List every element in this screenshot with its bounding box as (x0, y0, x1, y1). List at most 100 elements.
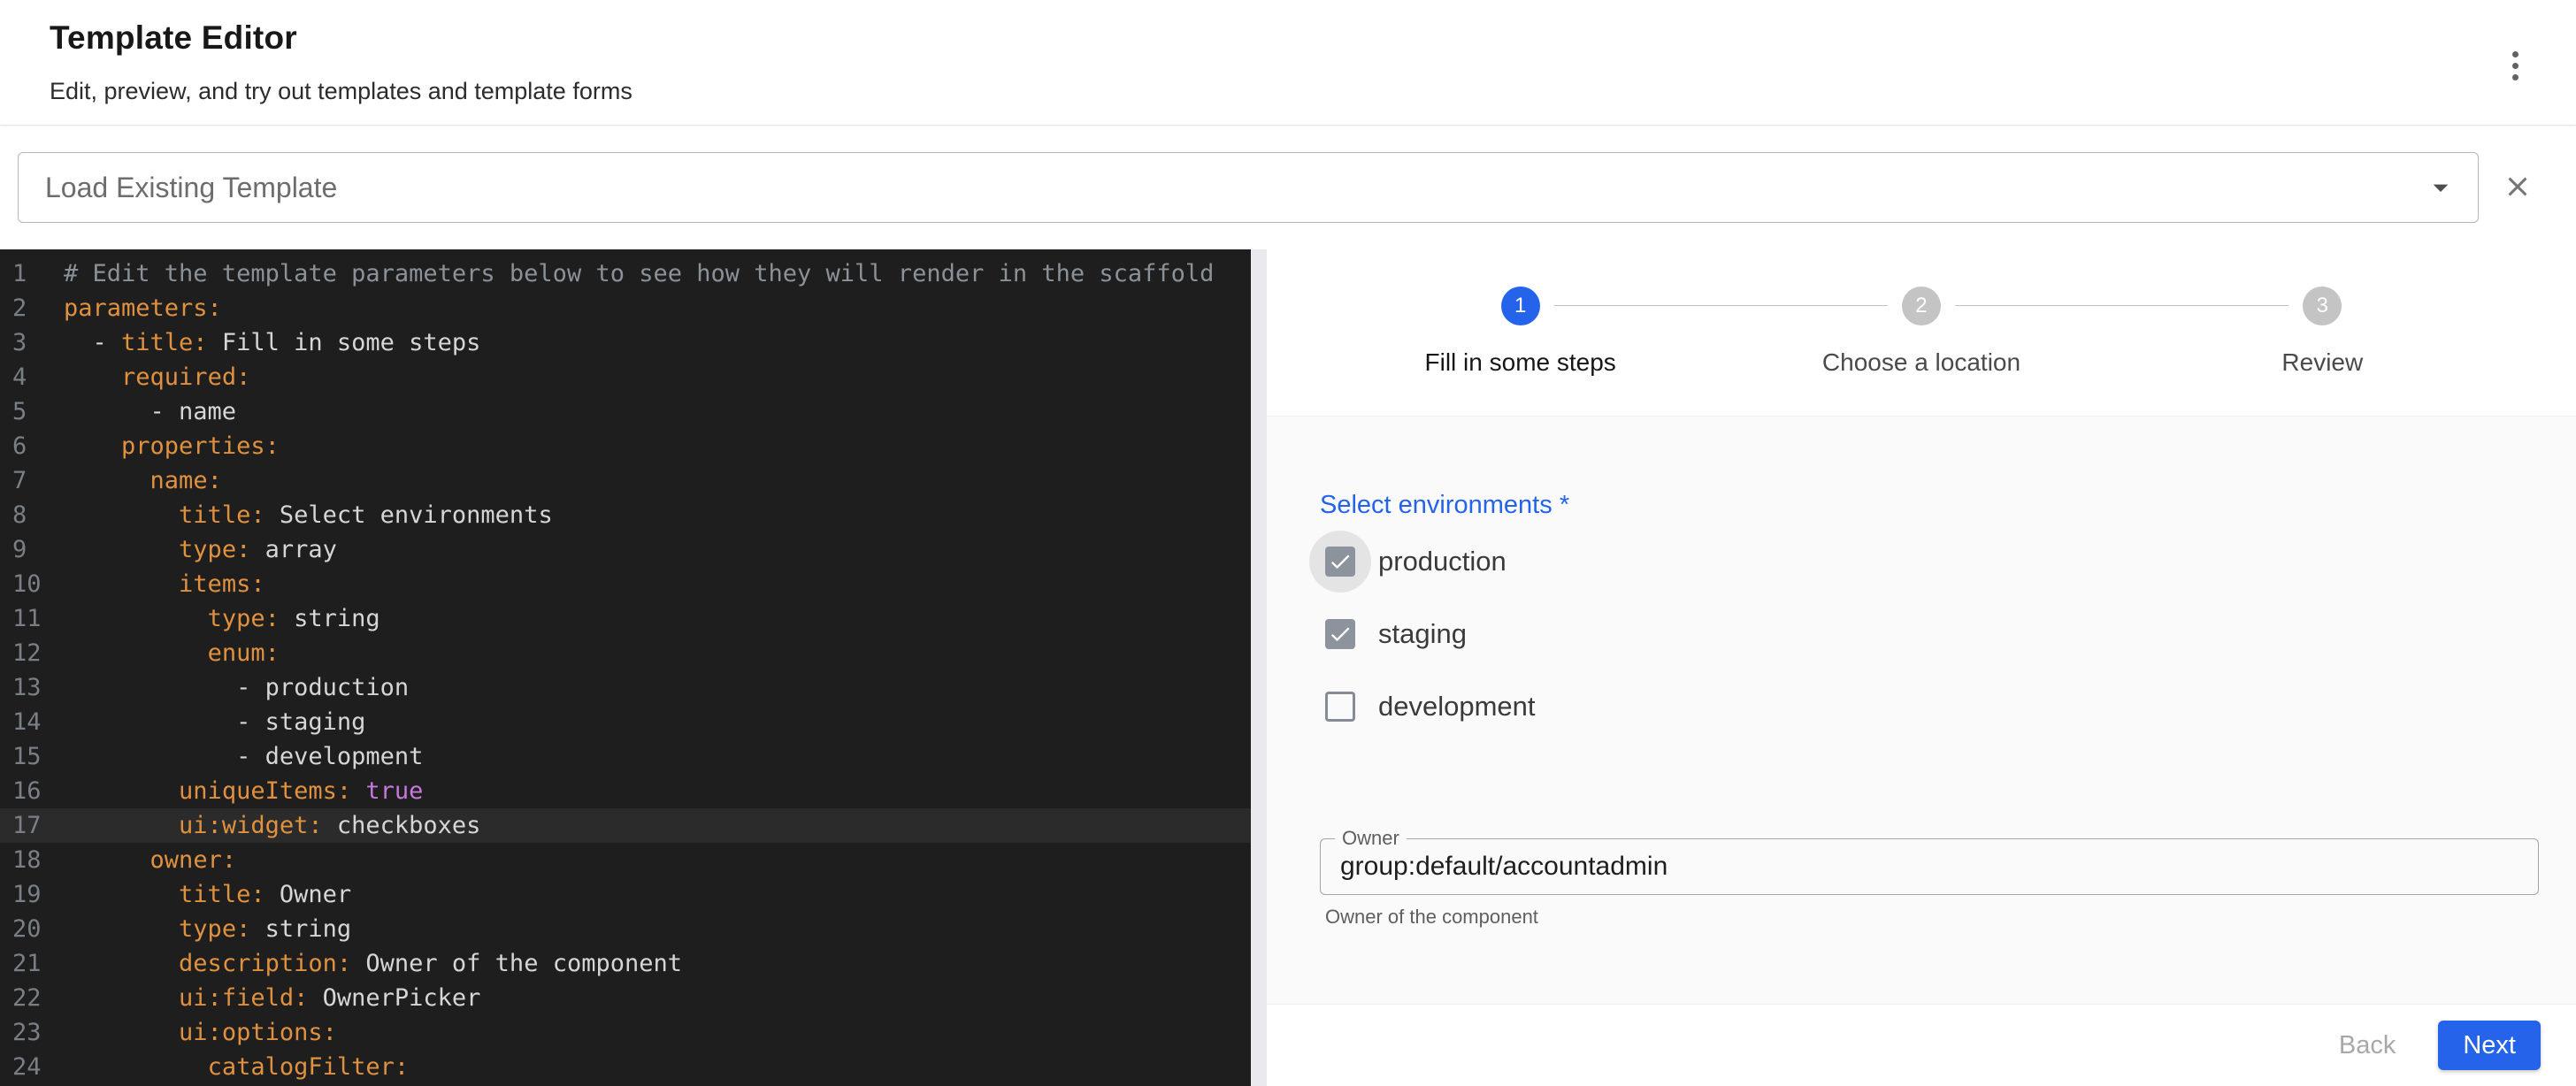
code-line-12[interactable]: 12 enum: (0, 636, 1251, 670)
step-circle: 1 (1501, 287, 1540, 325)
next-button[interactable]: Next (2438, 1021, 2541, 1070)
line-number: 15 (0, 739, 51, 774)
line-number: 10 (0, 567, 51, 601)
code-line-24[interactable]: 24 catalogFilter: (0, 1050, 1251, 1084)
close-icon (2502, 171, 2534, 205)
code-text: title: Owner (64, 877, 351, 912)
code-line-4[interactable]: 4 required: (0, 360, 1251, 394)
code-line-14[interactable]: 14 - staging (0, 705, 1251, 739)
code-line-18[interactable]: 18 owner: (0, 843, 1251, 877)
code-line-11[interactable]: 11 type: string (0, 601, 1251, 636)
code-line-5[interactable]: 5 - name (0, 394, 1251, 429)
code-line-3[interactable]: 3 - title: Fill in some steps (0, 325, 1251, 360)
code-line-13[interactable]: 13 - production (0, 670, 1251, 705)
page-header: Template Editor Edit, preview, and try o… (0, 0, 2576, 126)
page-title: Template Editor (50, 19, 2537, 57)
code-line-6[interactable]: 6 properties: (0, 429, 1251, 463)
owner-field[interactable]: Owner group:default/accountadmin (1320, 838, 2539, 895)
more-options-button[interactable] (2502, 46, 2528, 86)
stepper: 1Fill in some steps2Choose a location3Re… (1267, 249, 2576, 416)
code-text: - name (64, 394, 236, 429)
line-number: 22 (0, 981, 51, 1015)
template-editor-app: Template Editor Edit, preview, and try o… (0, 0, 2576, 1086)
step-label: Choose a location (1721, 348, 2121, 377)
code-text: ui:widget: checkboxes (64, 808, 480, 843)
code-line-16[interactable]: 16 uniqueItems: true (0, 774, 1251, 808)
code-text: - title: Fill in some steps (64, 325, 480, 360)
code-text: properties: (64, 429, 280, 463)
form-card: Select environments * productionstaging d… (1267, 416, 2576, 1005)
code-editor[interactable]: 1 # Edit the template parameters below to… (0, 249, 1251, 1086)
code-line-17[interactable]: 17 ui:widget: checkboxes (0, 808, 1251, 843)
code-text: type: array (64, 532, 337, 567)
line-number: 3 (0, 325, 51, 360)
code-line-2[interactable]: 2parameters: (0, 291, 1251, 325)
code-line-22[interactable]: 22 ui:field: OwnerPicker (0, 981, 1251, 1015)
code-line-21[interactable]: 21 description: Owner of the component (0, 946, 1251, 981)
line-number: 23 (0, 1015, 51, 1050)
code-line-20[interactable]: 20 type: string (0, 912, 1251, 946)
line-number: 21 (0, 946, 51, 981)
form-preview-pane: 1Fill in some steps2Choose a location3Re… (1267, 249, 2576, 1086)
code-line-1[interactable]: 1 # Edit the template parameters below to… (0, 256, 1251, 291)
checkbox-row-staging[interactable]: staging (1320, 598, 2519, 670)
code-line-23[interactable]: 23 ui:options: (0, 1015, 1251, 1050)
code-text: owner: (64, 843, 236, 877)
owner-helper-text: Owner of the component (1325, 906, 2519, 929)
code-text: enum: (64, 636, 280, 670)
pane-divider[interactable] (1251, 249, 1267, 1086)
code-text: # Edit the template parameters below to … (64, 256, 1214, 291)
checkbox-production[interactable] (1325, 547, 1355, 577)
checkbox-row-development[interactable]: development (1320, 670, 2519, 743)
code-line-8[interactable]: 8 title: Select environments (0, 498, 1251, 532)
template-loader-bar: Load Existing Template (0, 126, 2576, 249)
line-number: 18 (0, 843, 51, 877)
code-text: - development (64, 739, 423, 774)
line-number: 19 (0, 877, 51, 912)
load-template-select[interactable]: Load Existing Template (18, 152, 2479, 223)
checkbox-development[interactable] (1325, 692, 1355, 722)
step-label: Review (2122, 348, 2523, 377)
main-split: 1 # Edit the template parameters below to… (0, 249, 2576, 1086)
checkbox-label: development (1378, 691, 1536, 723)
code-line-15[interactable]: 15 - development (0, 739, 1251, 774)
code-text: ui:field: OwnerPicker (64, 981, 480, 1015)
code-text: name: (64, 463, 222, 498)
checkbox-icon (1325, 547, 1355, 577)
line-number: 1 (0, 256, 51, 291)
step-3[interactable]: 3 Review (2122, 287, 2523, 416)
code-text: - staging (64, 705, 365, 739)
line-number: 8 (0, 498, 51, 532)
line-number: 12 (0, 636, 51, 670)
code-text: - production (64, 670, 409, 705)
close-button[interactable] (2502, 171, 2534, 205)
owner-field-value: group:default/accountadmin (1340, 852, 1668, 882)
code-line-10[interactable]: 10 items: (0, 567, 1251, 601)
line-number: 7 (0, 463, 51, 498)
step-circle: 3 (2303, 287, 2342, 325)
line-number: 6 (0, 429, 51, 463)
line-number: 2 (0, 291, 51, 325)
checkbox-row-production[interactable]: production (1320, 525, 2519, 598)
code-text: catalogFilter: (64, 1050, 409, 1084)
checkbox-staging[interactable] (1325, 619, 1355, 649)
environments-label: Select environments * (1320, 491, 2519, 520)
checkbox-icon (1325, 692, 1355, 722)
checkbox-icon (1325, 619, 1355, 649)
code-line-9[interactable]: 9 type: array (0, 532, 1251, 567)
line-number: 17 (0, 808, 51, 843)
code-text: description: Owner of the component (64, 946, 682, 981)
code-line-19[interactable]: 19 title: Owner (0, 877, 1251, 912)
back-button[interactable]: Back (2339, 1031, 2396, 1060)
page-subtitle: Edit, preview, and try out templates and… (50, 78, 2537, 105)
line-number: 24 (0, 1050, 51, 1084)
code-text: title: Select environments (64, 498, 553, 532)
code-text: type: string (64, 601, 380, 636)
line-number: 4 (0, 360, 51, 394)
owner-field-label: Owner (1335, 827, 1407, 850)
line-number: 9 (0, 532, 51, 567)
line-number: 13 (0, 670, 51, 705)
code-line-7[interactable]: 7 name: (0, 463, 1251, 498)
line-number: 20 (0, 912, 51, 946)
wizard-actions: Back Next (1267, 1005, 2576, 1086)
